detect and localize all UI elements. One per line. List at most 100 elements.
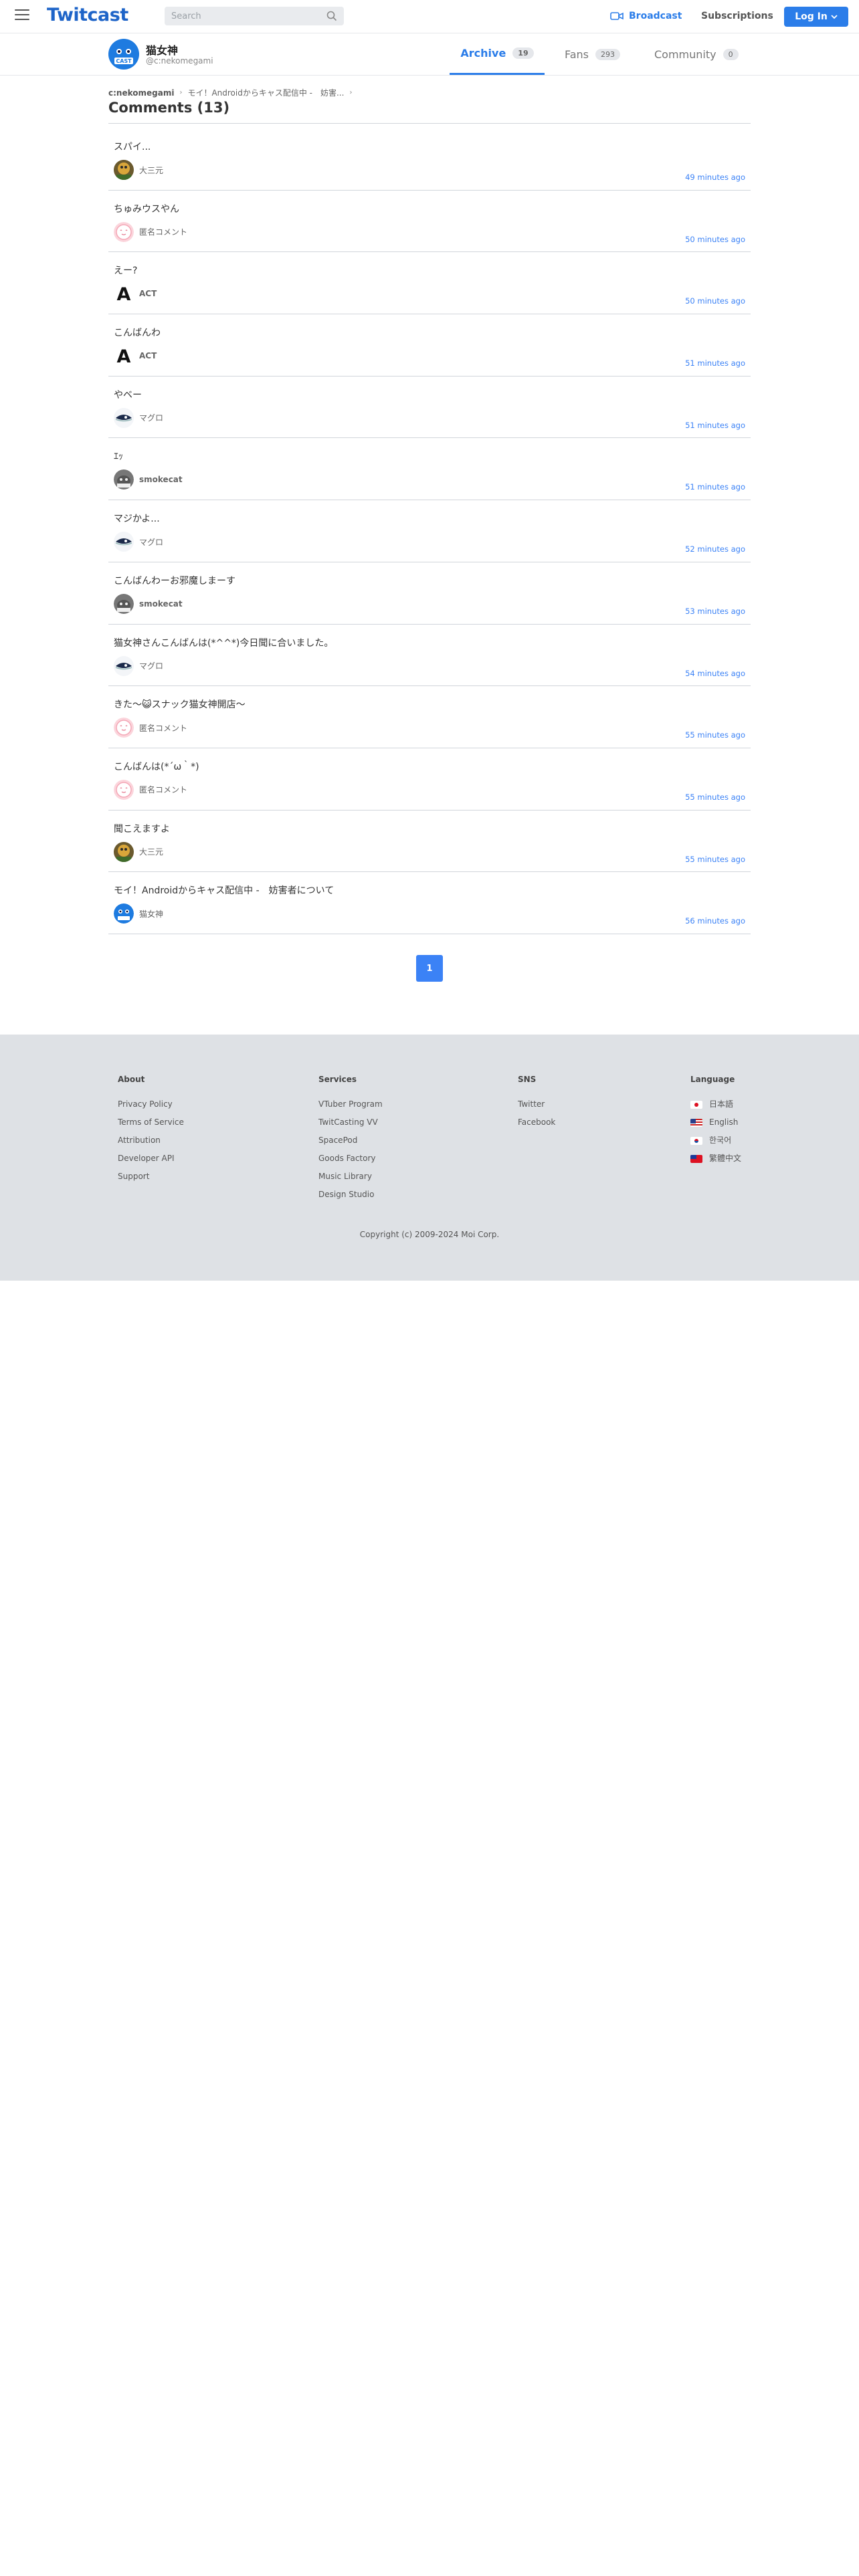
comment-author[interactable]: 匿名コメント [114, 221, 187, 242]
footer-link[interactable]: Music Library [318, 1172, 383, 1181]
comment-author[interactable]: 大三元 [114, 841, 163, 862]
anonymous-avatar-icon[interactable] [114, 221, 134, 242]
broadcast-link[interactable]: Broadcast [610, 9, 682, 23]
search-box[interactable] [165, 7, 344, 25]
tab-community[interactable]: Community 0 [654, 33, 739, 75]
comment-text: こんばんわーお邪魔しまーす [114, 575, 235, 586]
anonymous-avatar-icon[interactable] [114, 718, 134, 738]
language-option-ja[interactable]: 日本語 [690, 1100, 741, 1109]
comment-username[interactable]: smokecat [139, 475, 183, 484]
comment-username[interactable]: ACT [139, 289, 157, 298]
footer-link[interactable]: Developer API [118, 1154, 184, 1163]
comment-timestamp[interactable]: 51 minutes ago [685, 358, 745, 368]
comment-author[interactable]: A ACT [114, 346, 157, 366]
comment-author[interactable]: smokecat [114, 593, 183, 614]
tuna-avatar-icon[interactable] [114, 532, 134, 552]
comment-timestamp[interactable]: 49 minutes ago [685, 173, 745, 182]
language-option-zh-tw[interactable]: 繁體中文 [690, 1154, 741, 1163]
comment-username[interactable]: smokecat [139, 599, 183, 609]
comment-username[interactable]: 匿名コメント [139, 784, 187, 795]
comment-username[interactable]: ACT [139, 351, 157, 360]
pagination-page-button[interactable]: 1 [416, 955, 443, 982]
footer-services: Services VTuber Program TwitCasting VV S… [318, 1075, 383, 1208]
top-navigation: Twitcast Broadcast Subscriptions Log In [0, 0, 859, 33]
comment-timestamp[interactable]: 52 minutes ago [685, 544, 745, 554]
footer-heading: Services [318, 1075, 357, 1084]
footer-link[interactable]: SpacePod [318, 1136, 383, 1145]
tab-count: 293 [595, 48, 621, 60]
anonymous-avatar-icon[interactable] [114, 779, 134, 800]
comment-text: こんばんは(*´ω｀*) [114, 761, 199, 772]
comment-username[interactable]: マグロ [139, 660, 163, 671]
comment-author[interactable]: A ACT [114, 284, 157, 304]
comment-timestamp[interactable]: 51 minutes ago [685, 421, 745, 430]
footer-link[interactable]: TwitCasting VV [318, 1118, 383, 1127]
comment-username[interactable]: 猫女神 [139, 908, 163, 920]
menu-icon[interactable] [15, 9, 29, 21]
tab-fans[interactable]: Fans 293 [565, 33, 621, 75]
comment-timestamp[interactable]: 53 minutes ago [685, 607, 745, 616]
language-option-en[interactable]: English [690, 1118, 741, 1127]
profile-name[interactable]: 猫女神 [146, 41, 178, 58]
footer-link-twitter[interactable]: Twitter [518, 1100, 555, 1109]
breadcrumb-item[interactable]: c:nekomegami [108, 88, 174, 98]
subscriptions-link[interactable]: Subscriptions [701, 11, 773, 21]
comment-author[interactable]: smokecat [114, 469, 183, 490]
footer-link[interactable]: Goods Factory [318, 1154, 383, 1163]
comment-text: マジかよ... [114, 514, 160, 525]
comment-timestamp[interactable]: 55 minutes ago [685, 792, 745, 802]
cat-avatar-icon[interactable] [114, 469, 134, 490]
comment-timestamp[interactable]: 51 minutes ago [685, 482, 745, 492]
comment-author[interactable]: 匿名コメント [114, 779, 187, 800]
korea-flag-icon [690, 1136, 702, 1145]
comment-item: やベー マグロ 51 minutes ago [108, 377, 751, 439]
search-input[interactable] [171, 10, 318, 22]
tab-archive[interactable]: Archive 19 [450, 33, 545, 75]
comment-author[interactable]: 大三元 [114, 160, 163, 180]
cat-goddess-avatar-icon[interactable] [114, 903, 134, 924]
user-avatar-icon[interactable] [114, 841, 134, 862]
comment-username[interactable]: 匿名コメント [139, 226, 187, 237]
footer-link-facebook[interactable]: Facebook [518, 1118, 555, 1127]
comment-username[interactable]: マグロ [139, 412, 163, 423]
comment-username[interactable]: 匿名コメント [139, 722, 187, 734]
comment-author[interactable]: マグロ [114, 532, 163, 552]
user-avatar-icon[interactable] [114, 160, 134, 180]
chevron-right-icon: › [179, 89, 183, 96]
comment-username[interactable]: 大三元 [139, 165, 163, 176]
breadcrumb-item[interactable]: モイ！Androidからキャス配信中 - 妨害... [187, 87, 344, 98]
cat-avatar-icon[interactable] [114, 593, 134, 614]
login-button[interactable]: Log In [784, 7, 848, 27]
comment-author[interactable]: 匿名コメント [114, 718, 187, 738]
comment-author[interactable]: 猫女神 [114, 903, 163, 924]
comment-timestamp[interactable]: 55 minutes ago [685, 730, 745, 740]
comment-timestamp[interactable]: 56 minutes ago [685, 916, 745, 926]
comment-timestamp[interactable]: 50 minutes ago [685, 235, 745, 244]
footer-link[interactable]: Terms of Service [118, 1118, 184, 1127]
footer-link[interactable]: Support [118, 1172, 184, 1181]
comment-timestamp[interactable]: 55 minutes ago [685, 855, 745, 864]
avatar[interactable]: CAST [108, 39, 139, 70]
letter-a-avatar-icon[interactable]: A [114, 284, 134, 304]
search-icon[interactable] [326, 11, 337, 21]
comment-username[interactable]: 大三元 [139, 846, 163, 857]
tuna-avatar-icon[interactable] [114, 655, 134, 676]
tuna-avatar-icon[interactable] [114, 407, 134, 428]
comment-username[interactable]: マグロ [139, 536, 163, 548]
footer-link[interactable]: VTuber Program [318, 1100, 383, 1109]
twitcast-logo[interactable]: Twitcast [47, 5, 128, 25]
comment-text: 猫女神さんこんばんは(*^^*)今日聞に合いました。 [114, 637, 334, 649]
login-label: Log In [795, 11, 828, 22]
footer-link[interactable]: Privacy Policy [118, 1100, 184, 1109]
footer-link[interactable]: Attribution [118, 1136, 184, 1145]
language-label: 日本語 [709, 1099, 734, 1109]
comment-item: ｴｯ smokecat 51 minutes ago [108, 438, 751, 501]
comment-item: こんばんわーお邪魔しまーす smokecat 53 minutes ago [108, 562, 751, 625]
comment-timestamp[interactable]: 50 minutes ago [685, 296, 745, 306]
letter-a-avatar-icon[interactable]: A [114, 346, 134, 366]
language-option-ko[interactable]: 한국어 [690, 1136, 741, 1145]
comment-author[interactable]: マグロ [114, 407, 163, 428]
comment-author[interactable]: マグロ [114, 655, 163, 676]
footer-link[interactable]: Design Studio [318, 1190, 383, 1199]
comment-timestamp[interactable]: 54 minutes ago [685, 669, 745, 678]
